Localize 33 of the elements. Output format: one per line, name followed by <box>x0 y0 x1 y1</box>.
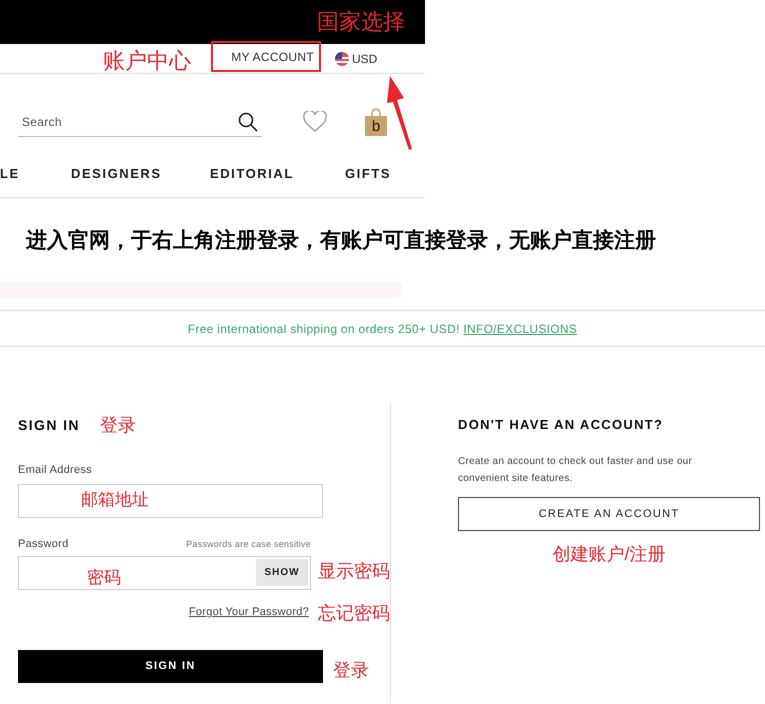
currency-selector[interactable]: USD <box>335 50 378 68</box>
annotation-text: 创建账户/注册 <box>552 545 666 563</box>
forgot-password-link[interactable]: Forgot Your Password? <box>188 604 309 621</box>
caption-text: 进入官网，于右上角注册登录，有账户可直接登录，无账户直接注册 <box>26 228 656 254</box>
heart-icon[interactable] <box>303 111 327 133</box>
show-password-button[interactable]: SHOW <box>256 559 308 586</box>
annotation-text: 账户中心 <box>103 50 191 72</box>
search-icon[interactable] <box>238 112 258 132</box>
register-description: Create an account to check out faster and use our convenient site features. <box>458 455 694 486</box>
my-account-link[interactable]: MY ACCOUNT <box>211 41 321 72</box>
annotation-text: 邮箱地址 <box>81 491 149 508</box>
register-heading: DON'T HAVE AN ACCOUNT? <box>458 416 664 434</box>
annotation-text: 显示密码 <box>318 562 390 580</box>
nav-link[interactable]: GIFTS <box>345 164 405 184</box>
nav-link[interactable]: LE <box>0 164 71 184</box>
annotation-text: 登录 <box>333 661 369 679</box>
password-hint: Passwords are case sensitive <box>186 538 311 551</box>
annotation-text: 国家选择 <box>317 11 405 33</box>
annotation-text: 登录 <box>100 416 136 434</box>
flag-icon <box>335 52 349 66</box>
promo-text: Free international shipping on orders 250+ USD! INFO/EXCLUSIONS <box>188 320 578 338</box>
search-field[interactable]: Search <box>22 112 202 130</box>
password-field[interactable]: 密码 SHOW <box>18 556 311 590</box>
email-field[interactable]: 邮箱地址 <box>18 484 323 518</box>
annotation-text: 忘记密码 <box>318 604 390 622</box>
nav-link[interactable]: EDITORIAL <box>210 164 345 184</box>
annotation-text: 密码 <box>87 568 121 586</box>
create-account-button[interactable]: CREATE AN ACCOUNT <box>458 497 760 531</box>
sign-in-button[interactable]: SIGN IN <box>18 650 323 682</box>
email-label: Email Address <box>18 464 92 476</box>
nav-link[interactable]: DESIGNERS <box>71 164 210 184</box>
sign-in-heading: SIGN IN <box>18 416 81 434</box>
password-label: Password <box>18 537 68 552</box>
